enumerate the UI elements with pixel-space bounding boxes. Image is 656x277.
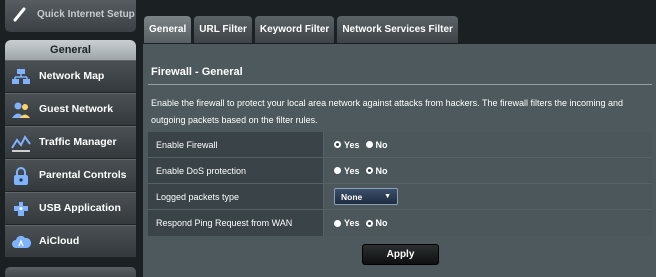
dropdown-arrow-icon: ▼	[384, 193, 391, 200]
apply-button[interactable]: Apply	[362, 244, 439, 265]
radio-label: No	[375, 218, 388, 228]
sidebar-item-partial	[5, 267, 136, 277]
sidebar-item-network-map[interactable]: Network Map	[5, 60, 136, 93]
sidebar-item-label: Network Map	[39, 70, 105, 82]
radio-selected-icon	[365, 167, 373, 174]
radio-label: Yes	[344, 165, 360, 176]
respond-ping-no-radio[interactable]: No	[365, 218, 388, 228]
firewall-settings-table: Enable Firewall Yes No Enable DoS protec…	[148, 132, 652, 236]
page-description: Enable the firewall to protect your loca…	[151, 98, 624, 125]
sidebar-item-label: Traffic Manager	[39, 136, 117, 148]
title-divider	[148, 84, 652, 85]
enable-firewall-yes-radio[interactable]: Yes	[334, 140, 360, 150]
guest-network-icon	[11, 100, 31, 120]
radio-label: No	[375, 165, 388, 176]
sidebar-item-label: Parental Controls	[39, 169, 127, 181]
enable-dos-no-radio[interactable]: No	[365, 165, 388, 176]
sidebar-item-guest-network[interactable]: Guest Network	[5, 93, 136, 126]
radio-unselected-icon	[365, 141, 373, 148]
sidebar-item-label: AiCloud	[39, 235, 80, 247]
radio-label: No	[375, 139, 388, 150]
tab-bar: General URL Filter Keyword Filter Networ…	[144, 16, 461, 43]
sidebar-item-parental-controls[interactable]: Parental Controls	[5, 159, 136, 192]
page-title: Firewall - General	[151, 66, 243, 78]
respond-ping-label: Respond Ping Request from WAN	[148, 210, 324, 236]
enable-firewall-options: Yes No	[324, 132, 652, 157]
radio-selected-icon	[365, 219, 373, 227]
firewall-panel: Firewall - General Enable the firewall t…	[143, 44, 656, 277]
respond-ping-options: Yes No	[324, 210, 652, 236]
table-row: Logged packets type None ▼	[148, 184, 652, 210]
aicloud-icon	[11, 232, 31, 252]
sidebar-item-label: USB Application	[39, 202, 121, 214]
sidebar-item-traffic-manager[interactable]: Traffic Manager	[5, 126, 136, 159]
enable-firewall-label: Enable Firewall	[148, 132, 324, 157]
tab-network-services-filter[interactable]: Network Services Filter	[337, 16, 458, 43]
table-row: Enable Firewall Yes No	[148, 132, 652, 158]
sidebar: Quick Internet Setup General Network Map…	[0, 0, 141, 277]
logged-packets-select[interactable]: None ▼	[334, 188, 398, 205]
logged-packets-label: Logged packets type	[148, 184, 324, 209]
sidebar-section-general: General	[5, 40, 136, 60]
select-value: None	[341, 191, 363, 202]
traffic-manager-icon	[11, 133, 31, 153]
radio-label: Yes	[344, 139, 360, 150]
sidebar-item-aicloud[interactable]: AiCloud	[5, 225, 136, 258]
quick-internet-setup-label: Quick Internet Setup	[37, 8, 135, 20]
radio-unselected-icon	[334, 219, 341, 227]
tab-keyword-filter[interactable]: Keyword Filter	[254, 16, 335, 43]
radio-selected-icon	[334, 141, 341, 148]
respond-ping-yes-radio[interactable]: Yes	[334, 218, 360, 228]
parental-controls-icon	[11, 166, 31, 186]
radio-label: Yes	[344, 218, 360, 228]
table-row: Enable DoS protection Yes No	[148, 158, 652, 184]
quick-internet-setup-item[interactable]: Quick Internet Setup	[5, 0, 136, 32]
network-map-icon	[11, 67, 31, 87]
enable-firewall-no-radio[interactable]: No	[365, 139, 388, 150]
radio-unselected-icon	[334, 167, 341, 174]
logged-packets-cell: None ▼	[324, 184, 652, 209]
sidebar-item-usb-application[interactable]: USB Application	[5, 192, 136, 225]
wand-icon	[13, 6, 27, 22]
sidebar-item-label: Guest Network	[39, 103, 114, 115]
table-row: Respond Ping Request from WAN Yes No	[148, 210, 652, 236]
enable-dos-options: Yes No	[324, 158, 652, 183]
enable-dos-yes-radio[interactable]: Yes	[334, 166, 360, 176]
usb-application-icon	[11, 199, 31, 219]
enable-dos-label: Enable DoS protection	[148, 158, 324, 183]
tab-url-filter[interactable]: URL Filter	[194, 16, 252, 43]
tab-general[interactable]: General	[144, 16, 192, 43]
